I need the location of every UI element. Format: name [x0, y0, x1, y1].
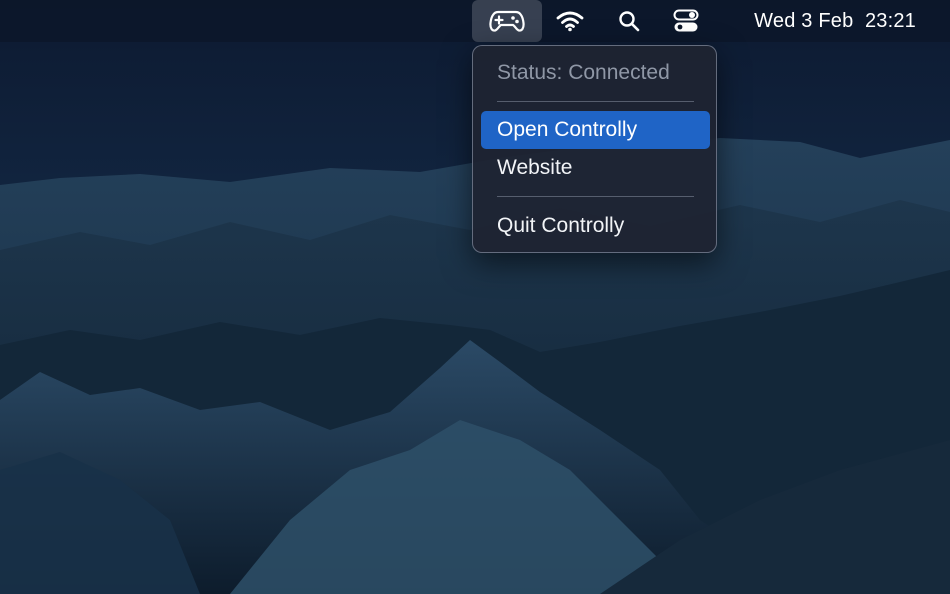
gamepad-icon[interactable]: [472, 0, 542, 42]
quit-controlly-menu-item[interactable]: Quit Controlly: [481, 207, 710, 245]
menu-bar: Wed 3 Feb 23:21: [0, 0, 950, 42]
control-center-icon[interactable]: [666, 0, 706, 42]
open-controlly-menu-item[interactable]: Open Controlly: [481, 111, 710, 149]
menu-divider: [497, 196, 694, 197]
website-menu-item[interactable]: Website: [481, 149, 710, 187]
desktop: Wed 3 Feb 23:21 Status: Connected Open C…: [0, 0, 950, 594]
controlly-dropdown-menu: Status: Connected Open Controlly Website…: [472, 45, 717, 253]
wifi-icon[interactable]: [552, 0, 588, 42]
menu-divider: [497, 101, 694, 102]
menu-bar-clock[interactable]: Wed 3 Feb 23:21: [754, 0, 916, 42]
status-label: Status: Connected: [497, 61, 670, 84]
search-icon[interactable]: [612, 0, 646, 42]
